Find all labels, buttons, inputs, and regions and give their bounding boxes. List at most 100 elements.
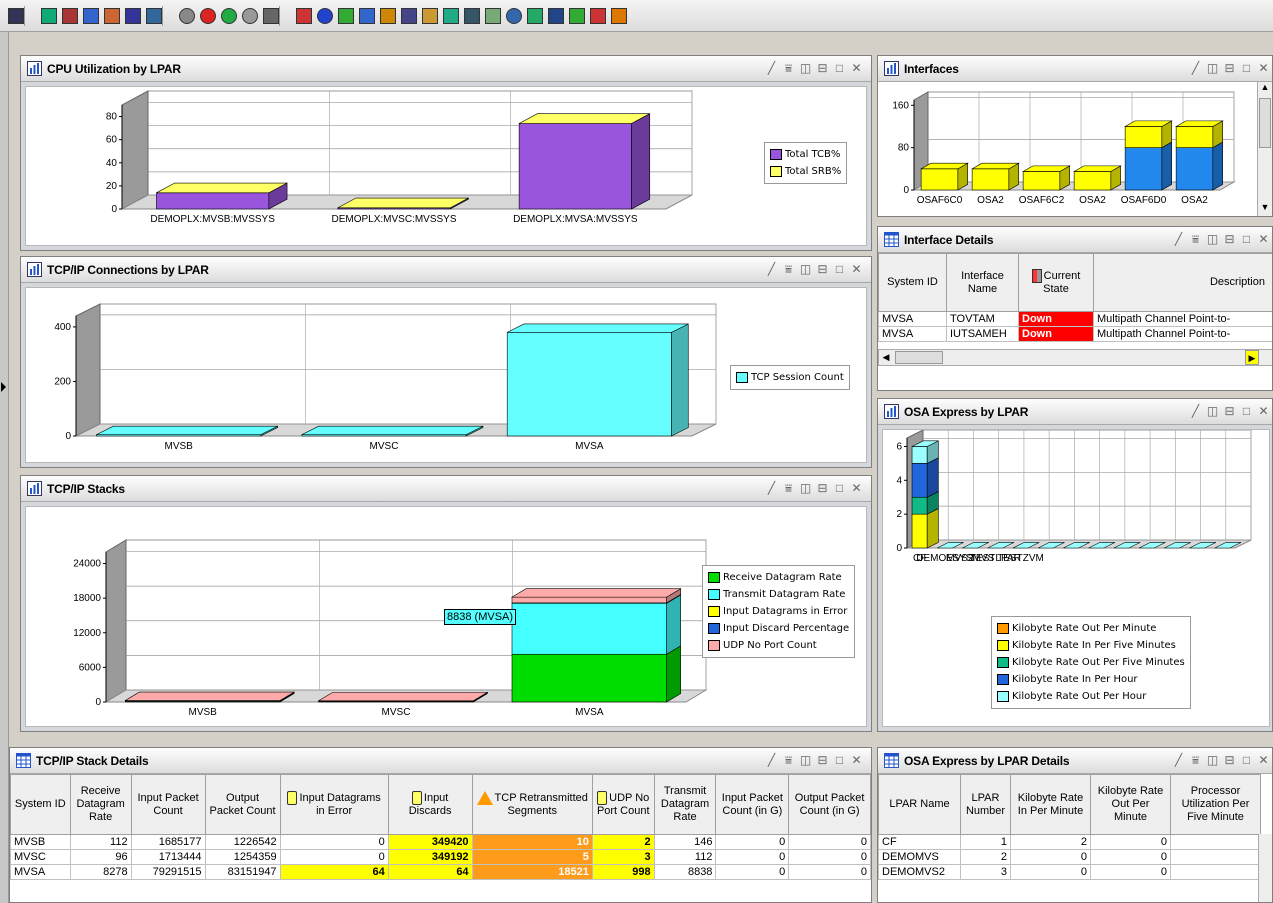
situation-icon[interactable] [611,8,627,24]
expand-arrow-icon[interactable] [1,382,6,392]
split-horizontal-icon[interactable]: ⊟ [1223,60,1236,76]
filter-icon[interactable]: ⩸ [782,261,795,277]
back-icon[interactable] [242,8,258,24]
maximize-icon[interactable]: □ [1240,403,1253,419]
column-header[interactable]: Description [1093,253,1272,312]
save-icon[interactable] [8,8,24,24]
maximize-icon[interactable]: □ [833,752,846,768]
properties-icon[interactable] [125,8,141,24]
table-row[interactable]: CF 1 2 0 [878,834,1261,850]
table-row[interactable]: DEMOMVS 2 0 0 [878,849,1261,865]
vertical-scrollbar[interactable] [1258,834,1272,902]
split-horizontal-icon[interactable]: ⊟ [1223,752,1236,768]
home-icon[interactable] [221,8,237,24]
close-icon[interactable]: ✕ [1257,60,1270,76]
plot-icon[interactable] [359,8,375,24]
column-header[interactable]: Input Packet Count [130,774,206,835]
split-vertical-icon[interactable]: ◫ [799,60,812,76]
close-icon[interactable]: ✕ [1257,231,1270,247]
column-header[interactable]: Current State [1018,253,1094,312]
maximize-icon[interactable]: □ [1240,752,1253,768]
column-header[interactable]: LPAR Name [878,774,961,835]
maximize-icon[interactable]: □ [833,60,846,76]
split-horizontal-icon[interactable]: ⊟ [816,752,829,768]
edit-icon[interactable]: ╱ [765,261,778,277]
edit-icon[interactable]: ╱ [765,480,778,496]
split-horizontal-icon[interactable]: ⊟ [1223,231,1236,247]
split-vertical-icon[interactable]: ◫ [799,261,812,277]
edit-icon[interactable]: ╱ [1189,60,1202,76]
column-header[interactable]: Kilobyte Rate In Per Minute [1010,774,1091,835]
graphic-view-icon[interactable] [548,8,564,24]
split-horizontal-icon[interactable]: ⊟ [816,261,829,277]
terminal-icon[interactable] [464,8,480,24]
split-horizontal-icon[interactable]: ⊟ [1223,403,1236,419]
globe-icon[interactable] [527,8,543,24]
column-header[interactable]: Receive Datagram Rate [69,774,132,835]
refresh-icon[interactable] [200,8,216,24]
column-header[interactable]: Input Packet Count (in G) [715,774,790,835]
horizontal-scrollbar[interactable]: ◀ ▶ [878,349,1272,366]
take-action-icon[interactable] [485,8,501,24]
table-row[interactable]: MVSA IUTSAMEH Down Multipath Channel Point-… [878,326,1272,342]
filter-icon[interactable]: ⩸ [1189,231,1202,247]
workspace-icon[interactable] [41,8,57,24]
edit-icon[interactable]: ╱ [765,60,778,76]
edit-icon[interactable]: ╱ [1172,752,1185,768]
split-vertical-icon[interactable]: ◫ [1206,231,1219,247]
event-icon[interactable] [422,8,438,24]
column-header[interactable]: UDP No Port Count [591,774,655,835]
edit-icon[interactable]: ╱ [1189,403,1202,419]
split-vertical-icon[interactable]: ◫ [1206,752,1219,768]
maximize-icon[interactable]: □ [1240,231,1253,247]
close-icon[interactable]: ✕ [850,752,863,768]
close-icon[interactable]: ✕ [850,261,863,277]
left-collapse-strip[interactable] [0,32,9,903]
help-icon[interactable] [146,8,162,24]
column-header[interactable]: Output Packet Count [204,774,281,835]
close-icon[interactable]: ✕ [850,480,863,496]
column-header[interactable]: Transmit Datagram Rate [653,774,717,835]
pie-icon[interactable] [317,8,333,24]
split-horizontal-icon[interactable]: ⊟ [816,60,829,76]
column-header[interactable]: System ID [878,253,947,312]
column-header[interactable]: Processor Utilization Per Five Minute [1170,774,1261,835]
link-icon[interactable] [104,8,120,24]
views-icon[interactable] [62,8,78,24]
stop-icon[interactable] [179,8,195,24]
filter-icon[interactable]: ⩸ [782,60,795,76]
table-row[interactable]: MVSB 112 1685177 1226542 0 349420 10 2 146 0 0 [10,834,871,850]
chart-bar-icon[interactable] [263,8,279,24]
close-icon[interactable]: ✕ [1257,403,1270,419]
vertical-scrollbar[interactable]: ▲ ▼ [1257,82,1272,216]
split-vertical-icon[interactable]: ◫ [1206,403,1219,419]
close-icon[interactable]: ✕ [1257,752,1270,768]
filter-icon[interactable]: ⩸ [782,480,795,496]
message-icon[interactable] [506,8,522,24]
split-vertical-icon[interactable]: ◫ [1206,60,1219,76]
maximize-icon[interactable]: □ [833,261,846,277]
edit-icon[interactable]: ╱ [765,752,778,768]
table-row[interactable]: MVSC 96 1713444 1254359 0 349192 5 3 112 0 0 [10,849,871,865]
notepad-icon[interactable] [401,8,417,24]
column-header[interactable]: LPAR Number [960,774,1011,835]
filter-icon[interactable]: ⩸ [782,752,795,768]
split-vertical-icon[interactable]: ◫ [799,752,812,768]
edit-icon[interactable] [569,8,585,24]
close-icon[interactable]: ✕ [850,60,863,76]
column-header[interactable]: Interface Name [946,253,1019,312]
scroll-down-icon[interactable]: ▼ [1258,202,1272,216]
scroll-right-icon[interactable]: ▶ [1245,350,1259,365]
maximize-icon[interactable]: □ [1240,60,1253,76]
column-header[interactable]: Input Datagrams in Error [279,774,389,835]
bar-icon[interactable] [338,8,354,24]
scroll-thumb[interactable] [895,351,943,364]
maximize-icon[interactable]: □ [833,480,846,496]
table-row[interactable]: MVSA TOVTAM Down Multipath Channel Point-to… [878,311,1272,327]
column-header[interactable]: System ID [10,774,71,835]
topology-view-icon[interactable] [590,8,606,24]
edit-icon[interactable]: ╱ [1172,231,1185,247]
split-horizontal-icon[interactable]: ⊟ [816,480,829,496]
column-header[interactable]: TCP Retransmitted Segments [471,774,593,835]
split-vertical-icon[interactable]: ◫ [799,480,812,496]
